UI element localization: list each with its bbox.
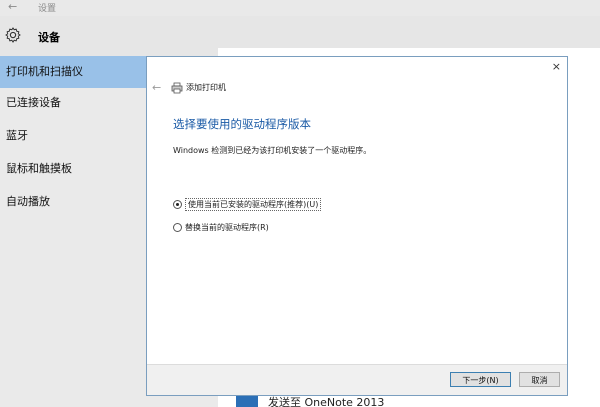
close-icon[interactable]: × [552, 60, 561, 73]
radio-button-checked[interactable] [173, 200, 182, 209]
list-item-label: 发送至 OneNote 2013 [268, 396, 385, 407]
title-bar: ← 设置 [0, 0, 600, 16]
page-title: 设备 [38, 31, 60, 44]
onenote-icon [236, 396, 258, 407]
header-right-area [218, 48, 600, 56]
list-item-onenote[interactable]: 发送至 OneNote 2013 [236, 396, 384, 407]
option-label: 替换当前的驱动程序(R) [185, 223, 269, 232]
dialog-back-icon[interactable]: ← [152, 81, 161, 94]
option-use-current-driver[interactable]: 使用当前已安装的驱动程序(推荐)(U) [173, 198, 322, 211]
radio-button[interactable] [173, 223, 182, 232]
back-arrow-icon[interactable]: ← [8, 0, 17, 16]
option-replace-driver[interactable]: 替换当前的驱动程序(R) [173, 222, 269, 233]
dialog-footer: 下一步(N) 取消 [147, 364, 567, 395]
printer-icon [171, 82, 183, 94]
gear-icon [5, 27, 21, 43]
cancel-button[interactable]: 取消 [519, 372, 560, 387]
window-title: 设置 [38, 4, 57, 14]
option-label: 使用当前已安装的驱动程序(推荐)(U) [185, 198, 322, 211]
dialog-description: Windows 检测到已经为该打印机安装了一个驱动程序。 [173, 146, 372, 155]
add-printer-dialog: × ← 添加打印机 选择要使用的驱动程序版本 Windows 检测到已经为该打印… [146, 56, 568, 396]
next-button[interactable]: 下一步(N) [450, 372, 511, 387]
dialog-heading: 选择要使用的驱动程序版本 [173, 117, 311, 131]
dialog-title: 添加打印机 [186, 83, 226, 92]
